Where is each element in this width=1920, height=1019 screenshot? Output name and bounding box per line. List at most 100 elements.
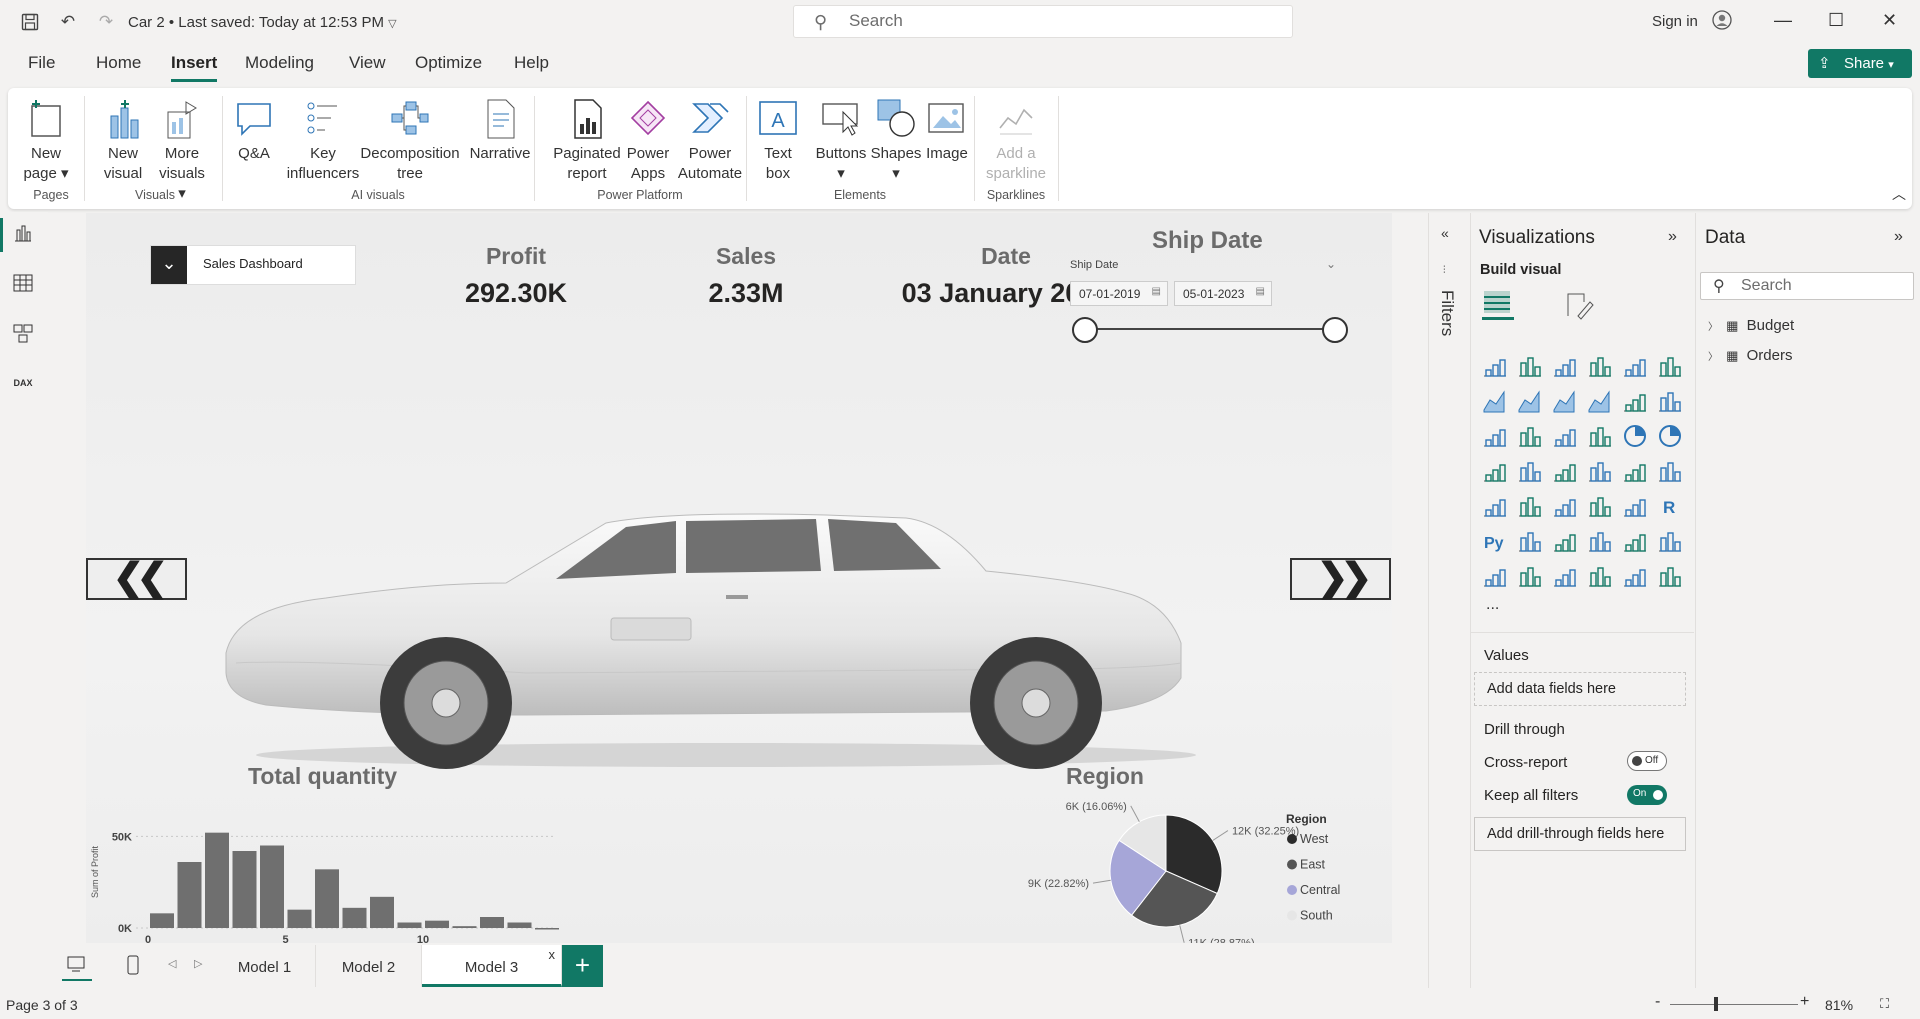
area-chart-icon[interactable]: [1517, 388, 1543, 414]
format-visual-tab[interactable]: [1564, 290, 1594, 325]
zoom-slider[interactable]: [1670, 1004, 1798, 1005]
new-visual-button[interactable]: New visual: [98, 98, 148, 184]
menu-file[interactable]: File: [28, 53, 55, 73]
dax-query-view-icon[interactable]: DAX: [10, 372, 36, 398]
previous-page-button[interactable]: ❮❮: [86, 558, 187, 600]
waterfall-chart-icon[interactable]: [1517, 423, 1543, 449]
close-icon[interactable]: ✕: [1882, 10, 1897, 31]
100-stacked-area-chart-icon[interactable]: [1587, 388, 1613, 414]
profit-card[interactable]: Profit 292.30K: [416, 243, 616, 309]
sign-in-link[interactable]: Sign in: [1652, 13, 1698, 30]
mobile-layout-icon[interactable]: [126, 955, 140, 980]
add-sparkline-button[interactable]: Add a sparkline: [978, 98, 1054, 184]
bar-8[interactable]: [370, 896, 394, 928]
bar-5[interactable]: [287, 909, 312, 928]
undo-icon[interactable]: ↶: [56, 10, 80, 34]
gauge-icon[interactable]: [1622, 458, 1648, 484]
scatter-chart-icon[interactable]: [1587, 423, 1613, 449]
treemap-icon[interactable]: [1482, 458, 1508, 484]
bar-14[interactable]: [535, 928, 559, 930]
narrative-button[interactable]: Narrative: [460, 98, 540, 164]
map-icon[interactable]: [1517, 458, 1543, 484]
share-button[interactable]: ⇪ Share ▾: [1808, 49, 1912, 78]
power-automate-icon[interactable]: [1657, 563, 1683, 589]
account-icon[interactable]: [1712, 10, 1732, 35]
keep-all-filters-toggle[interactable]: On: [1627, 785, 1667, 805]
qa-icon[interactable]: [1587, 528, 1613, 554]
redo-icon[interactable]: ↷: [94, 10, 118, 34]
new-page-button[interactable]: New page ▾: [20, 98, 72, 184]
line-chart-icon[interactable]: [1482, 388, 1508, 414]
line-and-clustered-column-chart-icon[interactable]: [1657, 388, 1683, 414]
donut-chart-icon[interactable]: [1657, 423, 1683, 449]
legend-item-west[interactable]: West: [1300, 832, 1329, 846]
bar-9[interactable]: [397, 922, 422, 929]
r-script-visual-icon[interactable]: R: [1657, 493, 1683, 519]
stacked-bar-chart-icon[interactable]: [1482, 353, 1508, 379]
document-title[interactable]: Car 2 • Last saved: Today at 12:53 PM ▽: [128, 14, 397, 31]
table-view-icon[interactable]: [10, 272, 36, 298]
slicer-icon[interactable]: [1552, 493, 1578, 519]
funnel-chart-icon[interactable]: [1552, 423, 1578, 449]
menu-help[interactable]: Help: [514, 53, 549, 73]
save-icon[interactable]: [18, 10, 42, 34]
region-pie-chart[interactable]: 12K (32.25%)11K (28.87%)9K (22.82%)6K (1…: [886, 793, 1386, 943]
bar-13[interactable]: [507, 922, 532, 929]
custom-visual-icon[interactable]: [1587, 563, 1613, 589]
desktop-layout-icon[interactable]: [62, 955, 92, 981]
close-tab-icon[interactable]: x: [549, 947, 556, 962]
scroll-left-icon[interactable]: ◁: [168, 957, 176, 970]
next-page-button[interactable]: ❯❯: [1290, 558, 1391, 600]
page-tab-model-1[interactable]: Model 1: [214, 945, 316, 987]
start-date-input[interactable]: 07-01-2019 ▤: [1070, 281, 1168, 306]
bar-11[interactable]: [452, 926, 477, 928]
stacked-area-chart-icon[interactable]: [1552, 388, 1578, 414]
values-drop-zone[interactable]: Add data fields here: [1474, 672, 1686, 706]
date-slider-start-handle[interactable]: [1072, 317, 1098, 343]
bar-2[interactable]: [205, 832, 229, 928]
maximize-icon[interactable]: ☐: [1828, 10, 1844, 31]
zoom-out-button[interactable]: -: [1655, 993, 1660, 1011]
filled-map-icon[interactable]: [1552, 458, 1578, 484]
buttons-button[interactable]: Buttons ▾: [808, 98, 874, 184]
smart-narrative-icon[interactable]: [1622, 528, 1648, 554]
python-visual-icon[interactable]: Py: [1482, 528, 1508, 554]
image-button[interactable]: Image: [922, 98, 972, 164]
bar-1[interactable]: [177, 862, 202, 928]
collapse-ribbon-icon[interactable]: ︿: [1892, 184, 1906, 204]
power-automate-button[interactable]: Power Automate: [674, 98, 746, 184]
bar-6[interactable]: [315, 869, 339, 928]
fit-to-page-icon[interactable]: ⛶: [1880, 996, 1889, 1012]
clustered-column-chart-icon[interactable]: [1587, 353, 1613, 379]
legend-item-east[interactable]: East: [1300, 858, 1326, 872]
card-new-icon[interactable]: [1517, 563, 1543, 589]
search-input[interactable]: ⚲ Search: [793, 5, 1293, 38]
menu-insert[interactable]: Insert: [171, 53, 218, 82]
menu-view[interactable]: View: [349, 53, 386, 73]
build-visual-tab[interactable]: [1482, 288, 1514, 320]
kpi-icon[interactable]: [1517, 493, 1543, 519]
table-icon[interactable]: [1587, 493, 1613, 519]
power-apps-button[interactable]: Power Apps: [622, 98, 674, 184]
azure-map-icon[interactable]: [1587, 458, 1613, 484]
bar-3[interactable]: [232, 851, 257, 928]
model-view-icon[interactable]: [10, 322, 36, 348]
scroll-right-icon[interactable]: ▷: [194, 957, 202, 970]
line-and-stacked-column-chart-icon[interactable]: [1622, 388, 1648, 414]
menu-home[interactable]: Home: [96, 53, 141, 73]
data-search-input[interactable]: ⚲ Search: [1700, 272, 1914, 300]
add-page-button[interactable]: +: [562, 945, 603, 987]
bar-7[interactable]: [342, 907, 367, 928]
zoom-in-button[interactable]: +: [1800, 993, 1809, 1011]
date-slider-track[interactable]: [1084, 328, 1334, 330]
date-slider-end-handle[interactable]: [1322, 317, 1348, 343]
total-quantity-chart[interactable]: Sum of Profit 50K 0K 0 5 10: [86, 798, 566, 943]
table-orders[interactable]: 〉 ▦ Orders: [1708, 347, 1792, 364]
clustered-bar-chart-icon[interactable]: [1552, 353, 1578, 379]
report-view-icon[interactable]: [10, 222, 36, 248]
more-visuals-ellipsis[interactable]: ...: [1486, 596, 1499, 614]
cross-report-toggle[interactable]: Off: [1627, 751, 1667, 771]
zoom-slider-handle[interactable]: [1714, 997, 1718, 1011]
text-box-button[interactable]: A Text box: [758, 98, 798, 184]
stacked-column-chart-icon[interactable]: [1517, 353, 1543, 379]
